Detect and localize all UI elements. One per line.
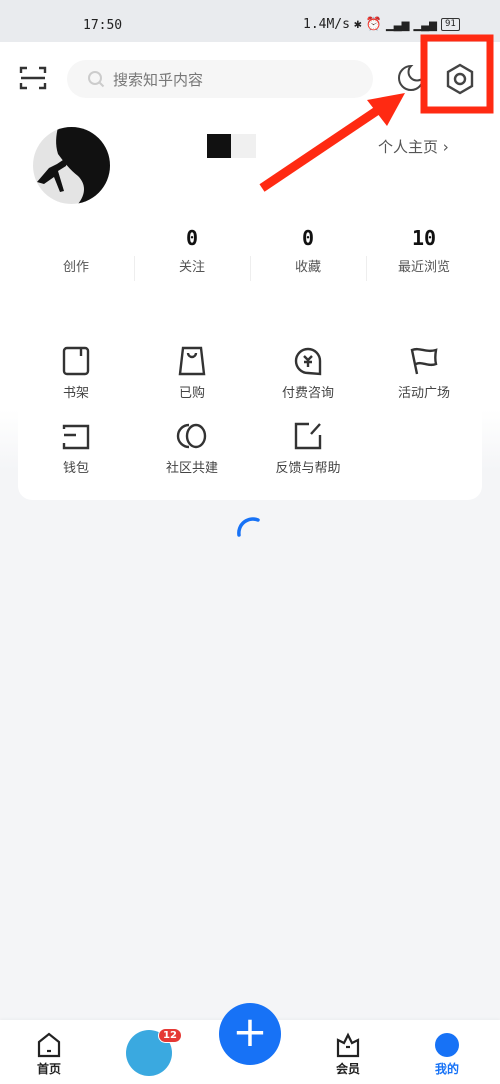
network-speed: 1.4M/s <box>303 17 350 32</box>
stat-creation[interactable]: 创作 <box>18 226 134 275</box>
nav-home[interactable]: 首页 <box>36 1032 62 1077</box>
wallet-icon <box>62 424 90 450</box>
service-paid-consult[interactable]: 付费咨询 <box>250 346 366 401</box>
bookshelf-icon <box>62 346 90 376</box>
stat-favorites[interactable]: 0 收藏 <box>250 226 366 281</box>
scan-icon[interactable] <box>18 63 48 93</box>
shopping-bag-icon <box>178 346 206 376</box>
search-placeholder: 搜索知乎内容 <box>113 70 204 89</box>
alarm-icon: ⏰ <box>365 17 382 32</box>
username-redacted <box>207 134 231 158</box>
status-time: 17:50 <box>83 18 123 33</box>
service-purchased[interactable]: 已购 <box>134 346 250 401</box>
signal-icon: ▁▃▅ <box>413 17 437 32</box>
stats-row: 创作 0 关注 0 收藏 10 最近浏览 <box>18 226 482 281</box>
search-icon <box>88 71 105 88</box>
bluetooth-icon: ✱ <box>353 17 362 32</box>
loading-spinner-icon <box>237 517 260 537</box>
personal-homepage-link[interactable]: 个人主页 › <box>378 136 449 157</box>
night-mode-icon[interactable] <box>396 63 426 93</box>
nav-vip[interactable]: 会员 <box>335 1032 361 1077</box>
stat-following[interactable]: 0 关注 <box>134 226 250 281</box>
nav-me[interactable]: 我的 <box>434 1032 460 1077</box>
paid-consult-icon <box>294 347 322 376</box>
battery-icon: 91 <box>440 18 460 31</box>
profile-icon <box>435 1033 459 1057</box>
feedback-icon <box>294 422 322 450</box>
username-redacted <box>231 134 256 158</box>
avatar[interactable] <box>33 127 110 204</box>
service-feedback[interactable]: 反馈与帮助 <box>250 421 366 476</box>
flag-icon <box>410 347 438 375</box>
settings-icon[interactable] <box>444 62 476 96</box>
crown-icon <box>336 1032 360 1058</box>
service-activity[interactable]: 活动广场 <box>366 346 482 401</box>
home-icon <box>37 1032 61 1058</box>
service-bookshelf[interactable]: 书架 <box>18 346 134 401</box>
status-bar: 17:50 1.4M/s ✱ ⏰ ▁▃▅ ▁▃▅ 91 <box>0 0 500 42</box>
service-community[interactable]: 社区共建 <box>134 421 250 476</box>
signal-icon: ▁▃▅ <box>385 17 410 32</box>
create-button[interactable]: + <box>219 1003 281 1065</box>
notification-badge: 12 <box>158 1028 182 1043</box>
services-card: 书架 已购 付费咨询 活动广场 钱包 社区共建 反馈与帮助 <box>18 330 482 500</box>
search-input[interactable]: 搜索知乎内容 <box>67 60 373 98</box>
community-icon <box>176 423 207 449</box>
stat-recent[interactable]: 10 最近浏览 <box>366 226 482 281</box>
service-wallet[interactable]: 钱包 <box>18 421 134 476</box>
